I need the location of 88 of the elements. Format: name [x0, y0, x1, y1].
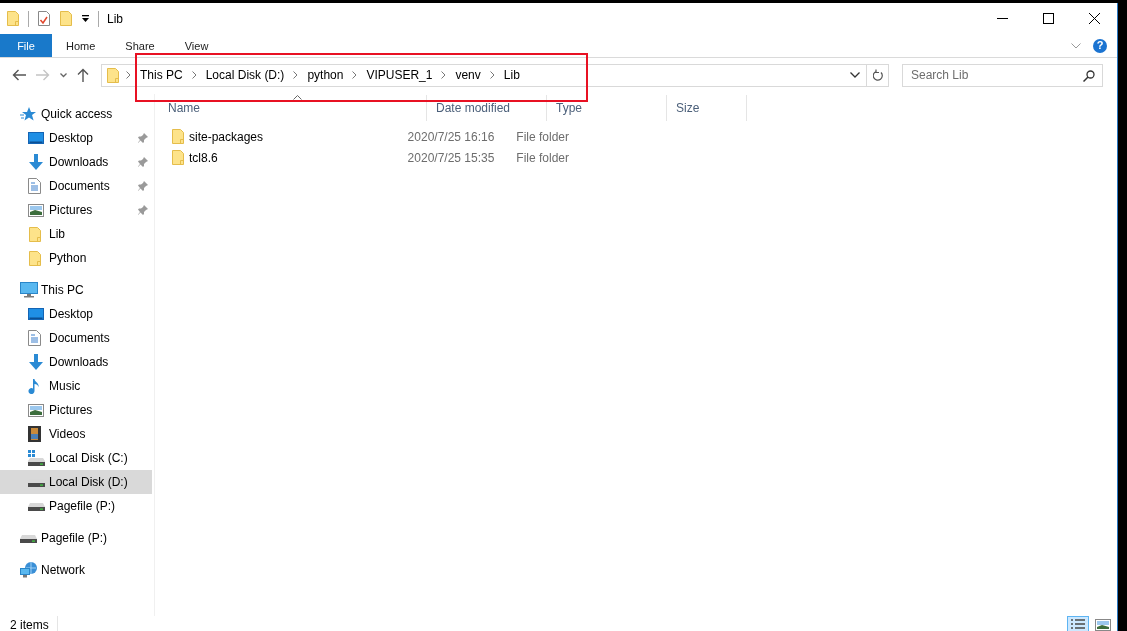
breadcrumb[interactable]: VIPUSER_1 [357, 68, 442, 82]
refresh-button[interactable] [867, 63, 889, 87]
desktop-icon [28, 307, 44, 321]
pin-icon [138, 205, 148, 215]
properties-icon[interactable] [37, 10, 51, 27]
nav-item[interactable]: Lib [0, 222, 152, 246]
desktop-icon [28, 131, 44, 145]
nav-item[interactable]: Network [0, 558, 152, 582]
nav-item[interactable]: Local Disk (D:) [0, 470, 152, 494]
search-field[interactable]: Search Lib [902, 63, 1103, 87]
folder-icon [28, 249, 42, 267]
status-text: 2 items [0, 616, 58, 631]
nav-item[interactable]: Downloads [0, 150, 152, 174]
view-toggle-button[interactable] [1092, 616, 1114, 631]
breadcrumb[interactable]: venv [446, 68, 490, 82]
breadcrumb[interactable]: Lib [494, 68, 529, 82]
address-dropdown-icon[interactable] [850, 72, 860, 78]
folder-icon [28, 225, 42, 243]
pin-icon [138, 181, 148, 191]
nav-item[interactable]: Pagefile (P:) [0, 526, 152, 550]
nav-item[interactable]: Quick access [0, 102, 152, 126]
network-icon [20, 562, 38, 578]
search-icon [1083, 69, 1095, 82]
nav-item[interactable]: Documents [0, 174, 152, 198]
system-drive-icon [28, 450, 45, 466]
document-icon [28, 178, 41, 194]
window-title: Lib [107, 11, 123, 26]
pin-icon [138, 133, 148, 143]
file-row[interactable]: tcl8.6 2020/7/25 15:35 File folder [159, 147, 619, 168]
breadcrumb[interactable]: python [298, 68, 353, 82]
breadcrumb-chevron-icon[interactable] [352, 71, 358, 79]
refresh-icon [872, 69, 883, 81]
close-icon [1088, 13, 1100, 24]
recent-locations-caret-icon[interactable] [59, 72, 67, 78]
sort-ascending-icon [292, 95, 302, 100]
column-header[interactable]: Date modified [427, 95, 547, 121]
file-row[interactable]: site-packages 2020/7/25 16:16 File folder [159, 126, 619, 147]
file-menu-tab[interactable]: File [0, 34, 52, 57]
maximize-icon [1042, 13, 1054, 24]
nav-item[interactable]: Pagefile (P:) [0, 494, 152, 518]
customize-dropdown-icon[interactable] [81, 14, 90, 23]
column-header[interactable]: Name [159, 95, 427, 121]
column-header[interactable]: Size [667, 95, 747, 121]
nav-item[interactable]: Python [0, 246, 152, 270]
expand-ribbon-icon[interactable] [1071, 42, 1081, 49]
ribbon-tab[interactable]: Home [52, 34, 110, 57]
help-button[interactable]: ? [1093, 38, 1107, 53]
download-arrow-icon [28, 354, 44, 370]
back-arrow-icon[interactable] [12, 69, 26, 81]
nav-item[interactable]: Local Disk (C:) [0, 446, 152, 470]
folder-icon [106, 66, 120, 84]
column-header[interactable]: Type [547, 95, 667, 121]
breadcrumb-chevron-icon[interactable] [489, 71, 495, 79]
pin-icon [138, 157, 148, 167]
folder-icon [6, 10, 20, 27]
ribbon-tab[interactable]: View [170, 34, 223, 57]
nav-item[interactable]: Documents [0, 326, 152, 350]
nav-item[interactable]: Desktop [0, 126, 152, 150]
nav-item[interactable]: Music [0, 374, 152, 398]
nav-item[interactable]: Videos [0, 422, 152, 446]
nav-item[interactable]: This PC [0, 278, 152, 302]
ribbon-tab[interactable]: Share [111, 34, 169, 57]
breadcrumb[interactable]: This PC [131, 68, 192, 82]
music-note-icon [28, 378, 40, 394]
nav-item[interactable]: Desktop [0, 302, 152, 326]
breadcrumb-chevron-icon[interactable] [293, 71, 299, 79]
nav-item[interactable]: Pictures [0, 398, 152, 422]
drive-icon [28, 501, 45, 511]
breadcrumb-chevron-icon[interactable] [191, 71, 197, 79]
drive-icon [20, 533, 37, 543]
nav-item[interactable]: Downloads [0, 350, 152, 374]
up-arrow-icon[interactable] [77, 68, 89, 82]
breadcrumb-chevron-icon[interactable] [441, 71, 447, 79]
picture-icon [28, 403, 44, 417]
nav-item[interactable]: Pictures [0, 198, 152, 222]
folder-icon [171, 149, 185, 166]
picture-icon [28, 203, 44, 217]
computer-icon [20, 282, 38, 298]
breadcrumb[interactable]: Local Disk (D:) [196, 68, 294, 82]
document-icon [28, 330, 41, 346]
film-icon [28, 426, 41, 442]
details-view-icon [1069, 618, 1087, 631]
star-icon [20, 106, 36, 122]
download-arrow-icon [28, 154, 44, 170]
breadcrumb-chevron-icon[interactable] [126, 71, 131, 79]
view-toggle-button[interactable] [1067, 616, 1089, 631]
folder-icon [171, 128, 185, 145]
address-bar[interactable]: This PC Local Disk (D:) python VIPUSER_1 venv Lib [101, 63, 867, 87]
